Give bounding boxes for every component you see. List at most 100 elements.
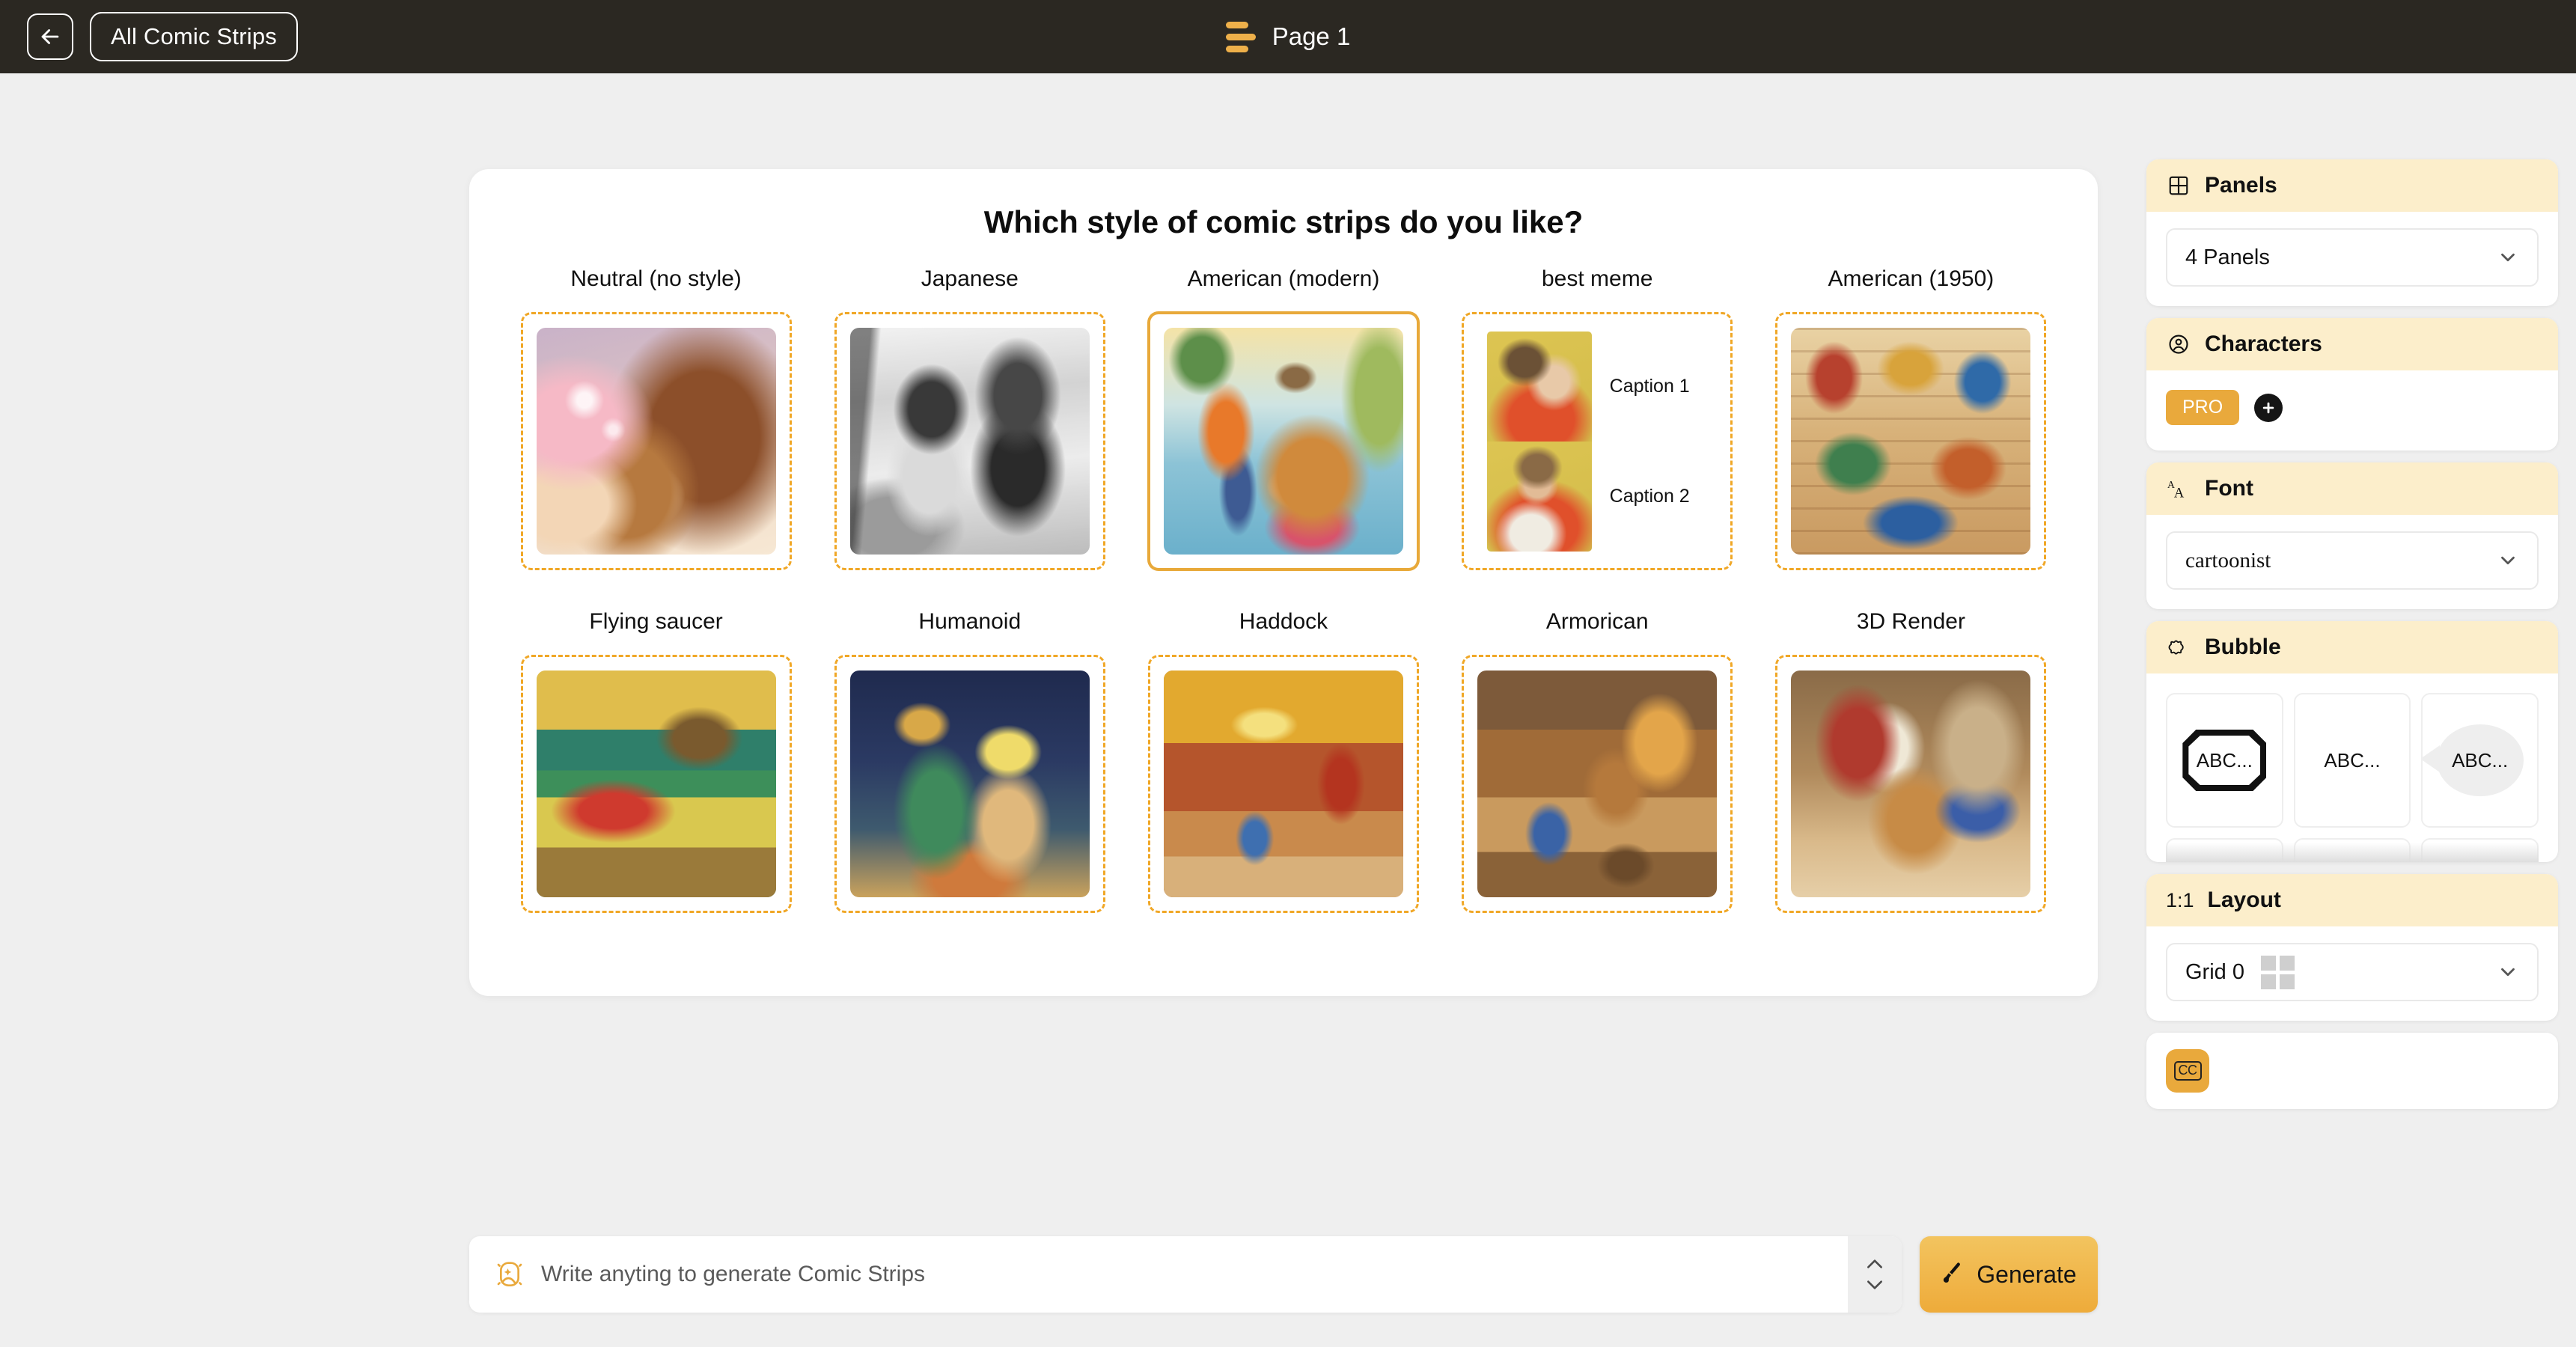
style-thumbnail <box>1791 671 2031 897</box>
grid-panels-icon <box>2166 173 2191 198</box>
paintbrush-icon <box>1941 1262 1963 1287</box>
bubble-body: ABC...ABC...ABC...ABC...ABC...ABC... <box>2146 674 2558 862</box>
meme-image <box>1487 331 1593 552</box>
style-thumbnail-button[interactable] <box>834 312 1105 570</box>
style-thumbnail-button[interactable] <box>1775 312 2047 570</box>
font-header: A A Font <box>2146 462 2558 515</box>
page-label: Page 1 <box>1272 22 1351 50</box>
chevron-down-icon[interactable] <box>1865 1279 1884 1291</box>
style-thumbnail-button[interactable]: Caption 1 Caption 2 <box>1462 312 1733 570</box>
panels-title: Panels <box>2205 173 2277 198</box>
prompt-field[interactable] <box>469 1236 1902 1313</box>
cc-badge-label: CC <box>2173 1061 2202 1081</box>
chevron-up-icon[interactable] <box>1865 1258 1884 1270</box>
bubble-option[interactable]: ABC... <box>2293 693 2411 828</box>
style-cell: Neutral (no style) <box>499 266 813 570</box>
bars-icon <box>1225 21 1256 52</box>
style-label: American (modern) <box>1187 266 1380 291</box>
style-thumbnail <box>1477 671 1718 897</box>
layout-body: Grid 0 <box>2146 926 2558 1021</box>
search-input[interactable] <box>541 1262 1876 1287</box>
panels-header: Panels <box>2146 159 2558 212</box>
characters-body: PRO <box>2146 370 2558 450</box>
page-selector[interactable]: Page 1 <box>1225 21 1351 52</box>
panels-select[interactable]: 4 Panels <box>2166 228 2539 287</box>
font-title: Font <box>2205 476 2253 501</box>
chevron-down-icon <box>2501 968 2515 977</box>
meme-captions: Caption 1 Caption 2 <box>1592 332 1707 552</box>
bubble-option[interactable]: ABC... <box>2166 693 2283 828</box>
bubble-option[interactable]: ABC... <box>2421 693 2539 828</box>
style-artwork <box>849 328 1090 555</box>
layout-header: 1:1 Layout <box>2146 874 2558 926</box>
chevron-down-icon <box>2501 253 2515 262</box>
bubble-grid: ABC...ABC...ABC...ABC...ABC...ABC... <box>2166 693 2539 862</box>
style-label: 3D Render <box>1856 609 1965 634</box>
style-thumbnail-button[interactable] <box>1462 655 1733 913</box>
style-thumbnail-button[interactable] <box>1147 312 1419 570</box>
meme-caption: Caption 1 <box>1609 375 1690 397</box>
font-select[interactable]: cartoonist <box>2166 531 2539 590</box>
prompt-bar: Generate <box>469 1236 2098 1313</box>
meme-image-top <box>1487 331 1593 442</box>
add-character-button[interactable] <box>2254 393 2283 422</box>
pro-badge[interactable]: PRO <box>2166 390 2240 425</box>
layout-panel: 1:1 Layout Grid 0 <box>2146 874 2558 1021</box>
layout-select[interactable]: Grid 0 <box>2166 943 2539 1001</box>
style-artwork <box>1477 671 1718 897</box>
cc-panel: CC <box>2146 1033 2558 1109</box>
style-cell: 3D Render <box>1754 609 2068 913</box>
style-thumbnail-button[interactable] <box>1147 655 1419 913</box>
style-thumbnail-button[interactable] <box>834 655 1105 913</box>
characters-header: Characters <box>2146 318 2558 370</box>
style-label: Flying saucer <box>589 609 723 634</box>
generate-button[interactable]: Generate <box>1920 1236 2098 1313</box>
style-label: Humanoid <box>918 609 1022 634</box>
style-thumbnail-button[interactable] <box>520 312 792 570</box>
bubble-panel: Bubble ABC...ABC...ABC...ABC...ABC...ABC… <box>2146 621 2558 862</box>
bubble-header: Bubble <box>2146 621 2558 674</box>
plus-icon <box>2262 402 2274 413</box>
style-thumbnail-button[interactable] <box>520 655 792 913</box>
page-title: Which style of comic strips do you like? <box>983 204 1584 239</box>
style-cell: American (modern) <box>1126 266 1440 570</box>
bubble-scroll-area[interactable]: ABC...ABC...ABC...ABC...ABC...ABC... <box>2166 690 2539 862</box>
meme-image-bottom <box>1487 441 1593 552</box>
style-thumbnail <box>1163 671 1403 897</box>
style-thumbnail <box>536 328 776 555</box>
style-artwork <box>536 328 776 555</box>
font-size-icon: A A <box>2166 476 2191 501</box>
style-thumbnail <box>1791 328 2031 555</box>
panels-panel: Panels 4 Panels <box>2146 159 2558 306</box>
style-artwork <box>536 671 776 897</box>
closed-caption-button[interactable]: CC <box>2166 1049 2209 1093</box>
plain-text-bubble-icon: ABC... <box>2324 749 2380 772</box>
style-artwork <box>849 671 1090 897</box>
panels-body: 4 Panels <box>2146 212 2558 306</box>
style-grid: Neutral (no style) Japanese American (mode… <box>469 266 2098 913</box>
generate-label: Generate <box>1977 1260 2077 1288</box>
prompt-stepper[interactable] <box>1848 1236 1902 1313</box>
layout-title: Layout <box>2207 888 2281 912</box>
style-cell: American (1950) <box>1754 266 2068 570</box>
style-cell: Haddock <box>1126 609 1440 913</box>
bubble-option-label: ABC... <box>2324 748 2381 772</box>
style-label: Neutral (no style) <box>570 266 742 291</box>
chevron-down-icon <box>2501 556 2515 565</box>
style-thumbnail <box>1163 328 1403 555</box>
layout-select-value: Grid 0 <box>2185 959 2244 984</box>
right-sidebar: Panels 4 Panels Characters PRO A A Font … <box>2146 159 2558 1121</box>
font-select-value: cartoonist <box>2185 548 2271 572</box>
characters-row: PRO <box>2166 387 2539 431</box>
page-indicator-container: Page 1 <box>0 0 2576 73</box>
style-thumbnail <box>849 671 1090 897</box>
style-cell: best meme Caption 1 Caption 2 <box>1441 266 1754 570</box>
user-circle-icon <box>2166 332 2191 357</box>
style-thumbnail-button[interactable] <box>1775 655 2047 913</box>
bubble-option-label: ABC... <box>2196 748 2253 772</box>
style-artwork <box>1163 328 1403 555</box>
top-bar: All Comic Strips Page 1 <box>0 0 2576 73</box>
scroll-fade <box>2166 843 2539 862</box>
characters-panel: Characters PRO <box>2146 318 2558 450</box>
style-picker-card: Which style of comic strips do you like?… <box>469 169 2098 996</box>
